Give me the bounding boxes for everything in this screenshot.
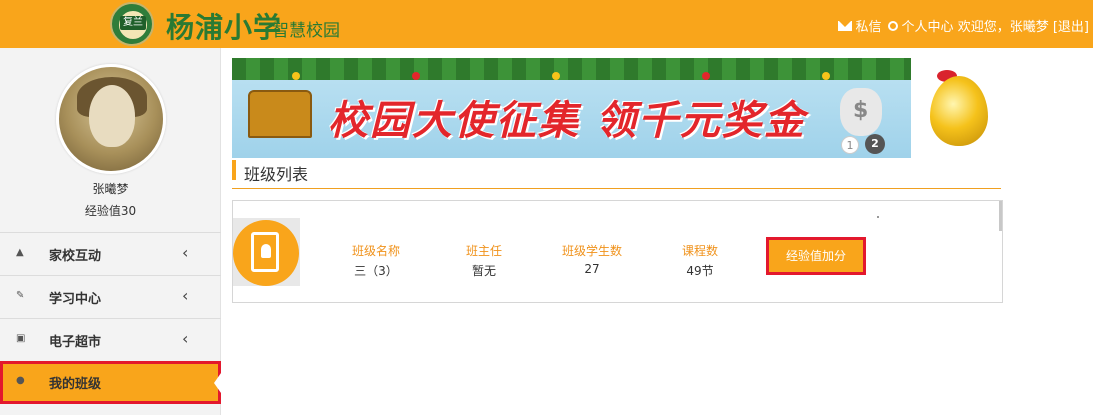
column-value: 27 [584, 262, 600, 276]
column-header: 班级名称 [351, 244, 400, 258]
section-header: 班级列表 [232, 158, 1001, 189]
promo-banner[interactable]: 校园大使征集 领千元奖金 $ 1 2 [232, 58, 911, 158]
garland-decoration [232, 58, 911, 80]
ornament [292, 72, 300, 80]
avatar[interactable] [56, 64, 166, 174]
gear-icon[interactable] [887, 20, 898, 31]
column-value: 三（3） [354, 264, 398, 278]
ornament [552, 72, 560, 80]
ornament [412, 72, 420, 80]
person-figure [261, 244, 271, 258]
decor-speck [877, 216, 879, 218]
user-toolbar: 私信 个人中心 欢迎您，张曦梦 [退出] [837, 16, 1089, 35]
exp-bonus-button[interactable]: 经验值加分 [766, 237, 866, 275]
course-count-column: 课程数 49节 [660, 242, 740, 279]
sidebar-item-my-class[interactable]: ● 我的班级 [0, 361, 221, 404]
top-header: 复兰 杨浦小学 智慧校园 私信 个人中心 欢迎您，张曦梦 [退出] [0, 0, 1093, 48]
ornament [702, 72, 710, 80]
avatar-face [89, 85, 135, 147]
golden-egg-icon[interactable] [930, 76, 988, 146]
ornament [822, 72, 830, 80]
sidebar-item-home-school[interactable]: ▲ 家校互动 ‹ [0, 232, 221, 274]
card-scrollbar[interactable] [999, 201, 1002, 231]
logo-tag: 复兰 [120, 16, 146, 30]
slide-dot-2[interactable]: 2 [865, 134, 885, 154]
column-value: 暂无 [471, 264, 496, 278]
cart-icon: ▣ [16, 333, 26, 344]
home-icon: ▲ [16, 247, 24, 258]
head-teacher-column: 班主任 暂无 [444, 242, 524, 279]
active-indicator [214, 373, 221, 393]
column-header: 课程数 [681, 244, 718, 258]
mail-icon[interactable] [837, 20, 852, 31]
slide-dot-1[interactable]: 1 [841, 136, 859, 154]
banner-headline: 校园大使征集 领千元奖金 [328, 97, 806, 144]
school-name: 杨浦小学 [166, 11, 283, 44]
user-icon: ● [16, 375, 25, 386]
logout-link[interactable]: [退出] [1053, 20, 1089, 35]
sidebar-item-label: 家校互动 [49, 249, 102, 264]
column-value: 49节 [686, 264, 714, 278]
chevron-left-icon: ‹ [182, 286, 189, 305]
sidebar-item-market[interactable]: ▣ 电子超市 ‹ [0, 318, 221, 360]
sidebar-item-learning[interactable]: ✎ 学习中心 ‹ [0, 275, 221, 317]
class-name-column: 班级名称 三（3） [336, 242, 416, 279]
class-card: 班级名称 三（3） 班主任 暂无 班级学生数 27 课程数 49节 经验值加分 [232, 200, 1003, 303]
address-book-icon [233, 220, 299, 286]
messages-link[interactable]: 私信 [856, 20, 882, 35]
personal-center-link[interactable]: 个人中心 [902, 20, 954, 35]
user-name: 张曦梦 [92, 182, 129, 196]
column-header: 班级学生数 [561, 244, 622, 258]
sidebar: 张曦梦 经验值30 ▲ 家校互动 ‹ ✎ 学习中心 ‹ ▣ 电子超市 ‹ ● 我… [0, 48, 221, 415]
sidebar-item-label: 电子超市 [49, 335, 102, 350]
treasure-chest-icon [248, 90, 312, 138]
section-accent-bar [232, 160, 236, 180]
sidebar-item-label: 我的班级 [49, 377, 102, 392]
money-bag-icon: $ [840, 88, 882, 136]
column-header: 班主任 [465, 244, 502, 258]
student-count-column: 班级学生数 27 [552, 242, 632, 276]
chevron-left-icon: ‹ [182, 243, 189, 262]
school-logo[interactable]: 复兰 [110, 2, 154, 46]
sidebar-item-label: 学习中心 [49, 292, 102, 307]
school-subtitle: 智慧校园 [272, 21, 340, 41]
user-exp: 经验值30 [84, 204, 137, 218]
chevron-left-icon: ‹ [182, 329, 189, 348]
edit-icon: ✎ [16, 290, 25, 301]
welcome-text: 欢迎您，张曦梦 [957, 20, 1049, 35]
section-title: 班级列表 [244, 165, 309, 184]
